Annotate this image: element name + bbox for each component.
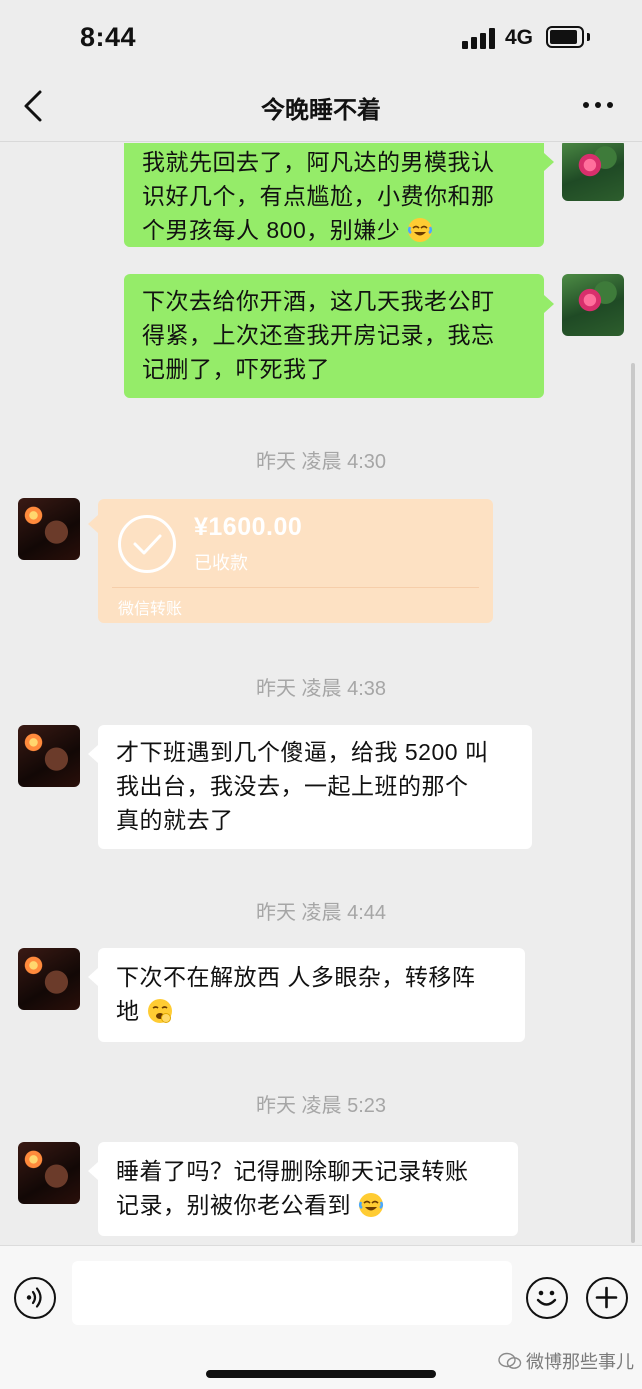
incoming-message-bubble[interactable]: 下次不在解放西 人多眼杂，转移阵 地: [98, 948, 525, 1042]
transfer-amount: ¥1600.00: [194, 513, 303, 541]
status-time: 8:44: [80, 22, 137, 52]
incoming-message-bubble[interactable]: 才下班遇到几个傻逼，给我 5200 叫 我出台，我没去，一起上班的那个 真的就去…: [98, 725, 532, 849]
transfer-card[interactable]: ¥1600.00 已收款 微信转账: [98, 499, 493, 623]
check-circle-icon: [118, 515, 176, 573]
outgoing-message-bubble[interactable]: 我就先回去了，阿凡达的男模我认 识好几个，有点尴尬，小费你和那 个男孩每人 80…: [124, 143, 544, 247]
scrollbar[interactable]: [631, 363, 635, 1243]
plus-icon[interactable]: [586, 1277, 628, 1319]
timestamp: 昨天 凌晨 4:30: [255, 451, 387, 473]
transfer-status: 已收款: [194, 553, 248, 573]
home-indicator[interactable]: [206, 1370, 436, 1378]
laughing-crying-emoji: [407, 217, 433, 243]
message-line: 下次去给你开酒，这几天我老公盯: [142, 288, 495, 314]
bubble-tail: [88, 515, 98, 533]
bubble-tail: [544, 295, 554, 313]
more-dots-icon[interactable]: [580, 100, 616, 110]
avatar-self[interactable]: [562, 274, 624, 336]
battery-tip: [587, 33, 590, 41]
timestamp: 昨天 凌晨 5:23: [255, 1095, 387, 1117]
message-line: 才下班遇到几个傻逼，给我 5200 叫: [116, 739, 489, 765]
input-bar: 微博那些事儿: [0, 1245, 642, 1389]
message-line: 记录，别被你老公看到: [116, 1188, 500, 1222]
message-line: 地: [116, 994, 507, 1028]
network-label: 4G: [505, 26, 534, 49]
avatar-contact[interactable]: [18, 725, 80, 787]
message-line: 下次不在解放西 人多眼杂，转移阵: [116, 964, 476, 990]
signal-icon: [462, 27, 496, 49]
avatar-self[interactable]: [562, 143, 624, 201]
message-input[interactable]: [72, 1261, 512, 1325]
nav-bar: 今晚睡不着: [0, 70, 642, 142]
message-line: 记删了，吓死我了: [142, 356, 330, 382]
battery-icon: [546, 26, 584, 48]
divider: [112, 587, 479, 588]
message-line: 我就先回去了，阿凡达的男模我认: [142, 149, 495, 175]
bubble-tail: [544, 153, 554, 171]
chat-title: 今晚睡不着: [261, 97, 381, 124]
message-line: 个男孩每人 800，别嫌少: [142, 213, 526, 247]
outgoing-message-bubble[interactable]: 下次去给你开酒，这几天我老公盯 得紧，上次还查我开房记录，我忘 记删了，吓死我了: [124, 274, 544, 398]
voice-icon[interactable]: [14, 1277, 56, 1319]
emoji-icon[interactable]: [526, 1277, 568, 1319]
message-line: 睡着了吗？记得删除聊天记录转账: [116, 1158, 469, 1184]
timestamp: 昨天 凌晨 4:44: [255, 902, 387, 924]
laughing-crying-emoji: [351, 1192, 384, 1218]
message-line: 识好几个，有点尴尬，小费你和那: [142, 183, 495, 209]
timestamp: 昨天 凌晨 4:38: [255, 678, 387, 700]
yawning-emoji: [140, 998, 175, 1024]
bubble-tail: [88, 1162, 98, 1180]
wechat-logo-icon: [498, 1352, 522, 1370]
transfer-label: 微信转账: [118, 601, 183, 618]
message-line: 得紧，上次还查我开房记录，我忘: [142, 322, 495, 348]
chat-area[interactable]: 我就先回去了，阿凡达的男模我认 识好几个，有点尴尬，小费你和那 个男孩每人 80…: [0, 143, 642, 1245]
avatar-contact[interactable]: [18, 1142, 80, 1204]
status-bar: 8:44 4G: [0, 0, 642, 70]
message-line: 真的就去了: [116, 807, 234, 833]
avatar-contact[interactable]: [18, 498, 80, 560]
watermark: 微博那些事儿: [526, 1352, 634, 1372]
avatar-contact[interactable]: [18, 948, 80, 1010]
incoming-message-bubble[interactable]: 睡着了吗？记得删除聊天记录转账 记录，别被你老公看到: [98, 1142, 518, 1236]
bubble-tail: [88, 968, 98, 986]
bubble-tail: [88, 745, 98, 763]
message-line: 我出台，我没去，一起上班的那个: [116, 773, 469, 799]
